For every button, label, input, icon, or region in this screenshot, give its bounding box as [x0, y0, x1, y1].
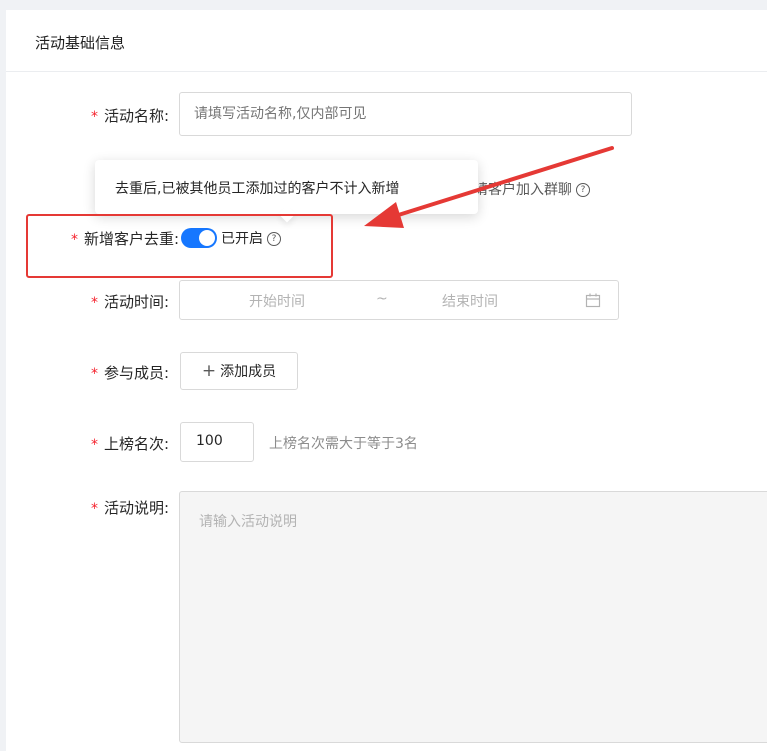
annotation-arrow [364, 146, 614, 228]
